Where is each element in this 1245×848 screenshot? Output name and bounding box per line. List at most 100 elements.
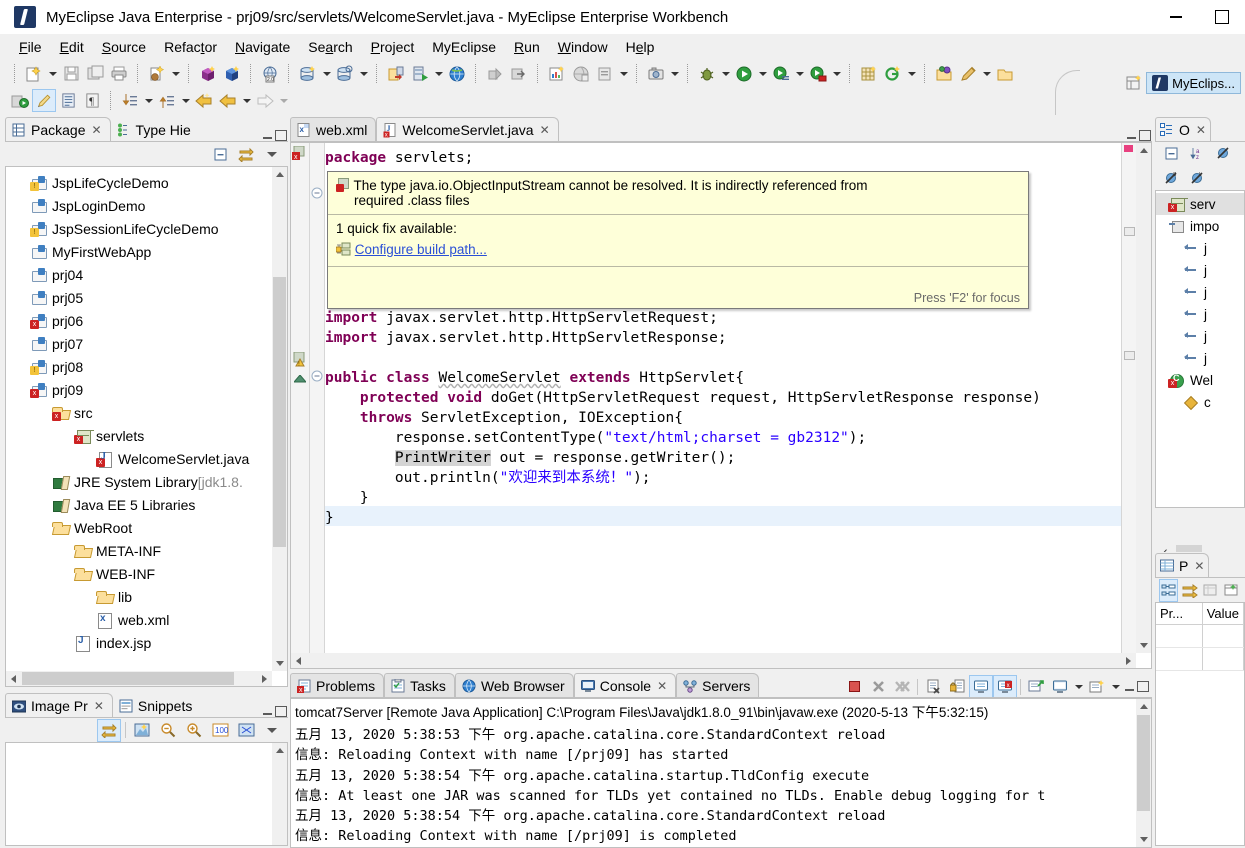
print-icon[interactable]	[107, 62, 131, 85]
fold-collapse-icon[interactable]	[311, 187, 323, 202]
open-resource-icon[interactable]	[932, 62, 956, 85]
editor-overview-ruler[interactable]	[1121, 143, 1136, 668]
scroll-up-arrow-icon[interactable]	[1136, 699, 1151, 714]
clear-console-icon[interactable]	[921, 675, 945, 698]
refresh-icon[interactable]	[8, 89, 32, 112]
new-snippet-dropdown-icon[interactable]	[905, 62, 918, 85]
run-dropdown-icon[interactable]	[756, 62, 769, 85]
zoom-in-icon[interactable]	[182, 719, 206, 742]
menu-edit[interactable]: Edit	[51, 37, 93, 57]
hover-quickfix-row[interactable]: Configure build path...	[328, 242, 1028, 266]
open-perspective-icon[interactable]	[384, 62, 408, 85]
outline-item[interactable]: c	[1156, 391, 1244, 413]
outline-item[interactable]: j	[1156, 347, 1244, 369]
outline-item[interactable]: x serv	[1156, 193, 1244, 215]
menu-search[interactable]: Search	[299, 37, 361, 57]
show-console-on-output-icon[interactable]	[969, 675, 993, 698]
run-secure-dropdown-icon[interactable]	[830, 62, 843, 85]
show-whitespace-icon[interactable]	[56, 89, 80, 112]
link-with-editor-icon[interactable]	[97, 718, 121, 742]
package-explorer-hscrollbar[interactable]	[6, 671, 272, 686]
previous-annotation-icon[interactable]	[155, 89, 179, 112]
open-perspective-button[interactable]	[1122, 72, 1146, 95]
show-console-on-error-icon[interactable]: x	[993, 675, 1017, 698]
myeclipse-db-dropdown-icon[interactable]	[320, 62, 333, 85]
new-java-dropdown-icon[interactable]	[169, 62, 182, 85]
open-type-icon[interactable]	[333, 62, 357, 85]
link-with-editor-icon[interactable]	[234, 143, 258, 166]
new-wizard-icon[interactable]	[22, 62, 46, 85]
save-all-icon[interactable]	[83, 62, 107, 85]
editor-vscrollbar[interactable]	[1136, 143, 1151, 653]
previous-annotation-dropdown-icon[interactable]	[179, 89, 192, 112]
image-preview-vscrollbar[interactable]	[272, 743, 287, 845]
scroll-down-arrow-icon[interactable]	[272, 656, 287, 671]
fold-collapse-icon[interactable]	[311, 370, 323, 385]
tree-item[interactable]: WEB-INF	[6, 562, 287, 585]
tree-item[interactable]: ! JspSessionLifeCycleDemo	[6, 217, 287, 240]
close-icon[interactable]: ✕	[657, 679, 667, 693]
next-annotation-dropdown-icon[interactable]	[142, 89, 155, 112]
hscroll-thumb[interactable]	[22, 672, 234, 685]
maximize-view-icon[interactable]	[1136, 680, 1150, 694]
camera-dropdown-icon[interactable]	[668, 62, 681, 85]
minimize-icon[interactable]	[1153, 0, 1199, 34]
hide-local-icon[interactable]: L	[1185, 167, 1209, 190]
run-server-icon[interactable]	[408, 62, 432, 85]
tree-item[interactable]: JspLoginDemo	[6, 194, 287, 217]
error-marker-icon[interactable]: x	[292, 145, 307, 164]
tree-item[interactable]: x prj06	[6, 309, 287, 332]
web-browser-icon[interactable]	[445, 62, 469, 85]
run-secure-icon[interactable]	[806, 62, 830, 85]
tree-item[interactable]: lib	[6, 585, 287, 608]
tree-item[interactable]: WebRoot	[6, 516, 287, 539]
scroll-left-arrow-icon[interactable]	[291, 653, 306, 668]
outline-item[interactable]: j	[1156, 303, 1244, 325]
new-snippet-icon[interactable]	[881, 62, 905, 85]
tab-package-explorer[interactable]: Package ✕	[5, 117, 111, 142]
ruler-marker[interactable]	[1124, 227, 1135, 236]
pin-console-icon[interactable]	[1024, 675, 1048, 698]
new-package-icon[interactable]	[196, 62, 220, 85]
new-class-icon[interactable]	[220, 62, 244, 85]
outline-item[interactable]: j	[1156, 281, 1244, 303]
export-icon[interactable]	[483, 62, 507, 85]
tree-item[interactable]: index.jsp	[6, 631, 287, 654]
tab-snippets[interactable]: Snippets	[113, 694, 200, 718]
ruler-error-marker[interactable]	[1124, 145, 1133, 152]
close-icon[interactable]: ✕	[1194, 559, 1204, 573]
menu-source[interactable]: Source	[93, 37, 155, 57]
next-annotation-icon[interactable]	[118, 89, 142, 112]
view-menu-icon[interactable]	[260, 143, 284, 166]
debug-dropdown-icon[interactable]	[719, 62, 732, 85]
remove-launch-icon[interactable]	[866, 675, 890, 698]
myeclipse-db-icon[interactable]	[296, 62, 320, 85]
outline-item[interactable]: impo	[1156, 215, 1244, 237]
run-external-tools-icon[interactable]	[769, 62, 793, 85]
new-java-project-icon[interactable]	[145, 62, 169, 85]
scroll-right-arrow-icon[interactable]	[1121, 653, 1136, 668]
forward-dropdown-icon[interactable]	[277, 89, 290, 112]
tree-item[interactable]: ! JspLifeCycleDemo	[6, 171, 287, 194]
tab-image-preview[interactable]: Image Pr ✕	[5, 693, 113, 718]
package-explorer-vscrollbar[interactable]	[272, 167, 287, 671]
vscroll-thumb[interactable]	[1137, 715, 1150, 811]
open-folder-icon[interactable]	[993, 62, 1017, 85]
configure-build-path-link[interactable]: Configure build path...	[355, 242, 487, 257]
minimize-view-icon[interactable]	[260, 128, 274, 142]
maximize-icon[interactable]	[1199, 0, 1245, 34]
console-vscrollbar[interactable]	[1136, 699, 1151, 847]
display-console-dropdown-icon[interactable]	[1072, 675, 1085, 698]
run-icon[interactable]	[732, 62, 756, 85]
vscroll-thumb[interactable]	[273, 277, 286, 547]
outline-item[interactable]: j	[1156, 325, 1244, 347]
editor-body[interactable]: x ! package servlets; import javax.servl…	[290, 142, 1152, 669]
scroll-lock-icon[interactable]	[945, 675, 969, 698]
open-console-dropdown-icon[interactable]	[1109, 675, 1122, 698]
tree-item[interactable]: prj07	[6, 332, 287, 355]
menu-window[interactable]: Window	[549, 37, 617, 57]
open-type-dropdown-icon[interactable]	[357, 62, 370, 85]
view-menu-icon[interactable]	[260, 719, 284, 742]
editor-hscrollbar[interactable]	[291, 653, 1136, 668]
outline-item[interactable]: j	[1156, 259, 1244, 281]
